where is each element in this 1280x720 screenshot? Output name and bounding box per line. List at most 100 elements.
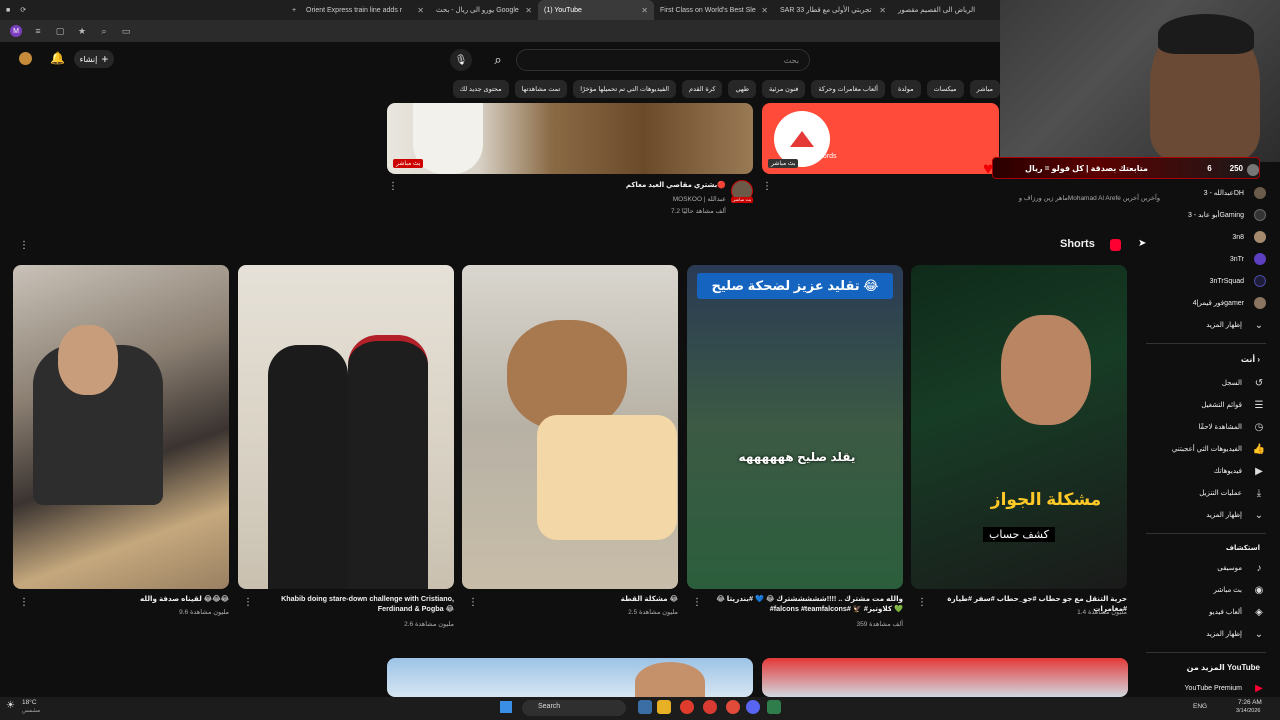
search-icon[interactable]: ⌕ — [486, 49, 510, 71]
tab-first-class[interactable]: First Class on World's Best Sle ✕ — [654, 0, 774, 20]
short-thumbnail[interactable] — [13, 265, 229, 589]
cast-icon[interactable]: ▭ — [120, 25, 132, 37]
filter-chip[interactable]: مباشر — [969, 80, 1000, 98]
sidebar-item-music[interactable]: موسيقى ♪ — [1146, 559, 1266, 577]
video-thumbnail[interactable] — [762, 658, 1128, 697]
close-icon[interactable]: ✕ — [761, 6, 768, 15]
more-options-icon[interactable]: ⋮ — [243, 597, 253, 608]
taskbar-search[interactable]: Search — [522, 700, 626, 716]
filter-chip[interactable]: فنون مرئية — [762, 80, 806, 98]
extension-m-icon[interactable]: M — [10, 25, 22, 37]
more-options-icon[interactable]: ⋮ — [19, 597, 29, 608]
short-overlay-sub: كشف حساب — [983, 527, 1055, 542]
filter-chip[interactable]: كرة القدم — [682, 80, 723, 98]
sidebar-explore-more[interactable]: إظهار المزيد ⌄ — [1146, 625, 1266, 643]
tab-google-search[interactable]: يورو الى ريال - بحث Google ✕ — [430, 0, 538, 20]
tab-train-sar[interactable]: SAR 33 تجربتي الأولى مع قطار ✕ — [774, 0, 892, 20]
more-options-icon[interactable]: ⋮ — [468, 597, 478, 608]
more-options-icon[interactable]: ⋮ — [762, 181, 772, 192]
sidebar-item-history[interactable]: السجل ↺ — [1146, 374, 1266, 392]
divider — [1146, 533, 1266, 534]
copilot-icon[interactable] — [638, 700, 652, 714]
tab-search-icon[interactable]: ▢ — [54, 25, 66, 37]
channel-name[interactable]: MOSKOO | عبدالله — [520, 195, 726, 203]
filter-chip[interactable]: الفيديوهات التي تم تحميلها مؤخرًا — [573, 80, 677, 98]
short-thumbnail[interactable] — [462, 265, 678, 589]
sidebar-sub-3ntrsquad[interactable]: 3nTrSquad — [1146, 272, 1266, 290]
video-title[interactable]: بشتري مقاصي العيد معاكم🔴 — [520, 181, 726, 189]
discord-icon[interactable] — [746, 700, 760, 714]
bookmark-star-icon[interactable]: ★ — [76, 25, 88, 37]
account-avatar[interactable] — [19, 52, 32, 65]
filter-chips: مباشر ميكسات مولدة ألعاب مغامرات وحركة فنون … — [380, 80, 1000, 100]
sidebar-item-watch-later[interactable]: المشاهدة لاحقًا ◷ — [1146, 418, 1266, 436]
clock-time[interactable]: 7:26 AM — [1238, 699, 1262, 706]
filter-chip[interactable]: ميكسات — [926, 80, 964, 98]
chrome-profile-icon[interactable] — [703, 700, 717, 714]
zoom-icon[interactable]: ⌕ — [98, 25, 110, 37]
short-title[interactable]: مشكلة القطة 😂 — [478, 594, 678, 604]
chrome-icon[interactable] — [680, 700, 694, 714]
search-input[interactable]: بحث — [516, 49, 810, 71]
sidebar-item-gaming[interactable]: ألعاب فيديو ◈ — [1146, 603, 1266, 621]
sidebar-item-liked[interactable]: الفيديوهات التي أعجبتني 👍 — [1146, 440, 1266, 458]
more-options-icon[interactable]: ⋮ — [388, 181, 398, 192]
more-options-icon[interactable]: ⋮ — [692, 597, 702, 608]
language-indicator[interactable]: ENG — [1193, 703, 1207, 710]
reload-icon[interactable]: ⟳ — [20, 6, 26, 14]
video-thumbnail[interactable] — [387, 658, 753, 697]
video-thumbnail[interactable]: بث مباشر — [387, 103, 753, 174]
sidebar-sub-3dh[interactable]: عبدالله - 3DH — [1146, 184, 1266, 202]
more-options-icon[interactable]: ⋮ — [917, 597, 927, 608]
sidebar-item-downloads[interactable]: عمليات التنزيل ⤓ — [1146, 484, 1266, 502]
sidebar-item-premium[interactable]: YouTube Premium ▶ — [1146, 679, 1266, 697]
download-icon: ⤓ — [1256, 487, 1262, 499]
filter-chip[interactable]: طهي — [728, 80, 757, 98]
short-thumbnail[interactable]: تقليد عزيز لضحكة صليح 😂 يقلد صليح هههههه… — [687, 265, 903, 589]
short-title[interactable]: Khabib doing stare-down challenge with C… — [254, 594, 454, 615]
tab-youtube[interactable]: (1) YouTube ✕ — [538, 0, 654, 20]
video-thumbnail[interactable]: akening Records بث مباشر — [762, 103, 999, 174]
tab-riyadh-qassim[interactable]: الرياض الى القصيم مقصور — [892, 0, 980, 20]
explore-heading: استكشاف — [1225, 545, 1260, 552]
short-thumbnail[interactable] — [238, 265, 454, 589]
obs-icon[interactable] — [767, 700, 781, 714]
sidebar-sub-3n8[interactable]: 3n8 — [1146, 228, 1266, 246]
windows-start-icon[interactable] — [500, 701, 512, 713]
close-icon[interactable]: ✕ — [879, 6, 886, 15]
channel-avatar — [1254, 231, 1266, 243]
filter-chip[interactable]: مولدة — [890, 80, 921, 98]
weather-icon[interactable]: ☀ — [6, 700, 15, 711]
notifications-bell-icon[interactable]: 🔔 — [50, 51, 65, 65]
sidebar-sub-4gamer[interactable]: فور قيمر|4gamer — [1146, 294, 1266, 312]
sidebar-item-playlists[interactable]: قوائم التشغيل ☰ — [1146, 396, 1266, 414]
close-icon[interactable]: ✕ — [641, 6, 648, 15]
filter-chip[interactable]: تمت مشاهدتها — [514, 80, 568, 98]
filter-chip[interactable]: ألعاب مغامرات وحركة — [811, 80, 885, 98]
sidebar-avatar[interactable] — [1247, 164, 1259, 176]
short-title[interactable]: لقيناه صدفة والله 😂😂😂 — [29, 594, 229, 604]
short-views: 1.4 مليون مشاهدة — [1077, 609, 1127, 616]
sidebar-show-more[interactable]: إظهار المزيد ⌄ — [1146, 316, 1266, 334]
app-menu-icon[interactable]: ■ — [6, 7, 10, 14]
sidebar-item-label: 3n8 — [1232, 233, 1244, 241]
short-title[interactable]: 😂 والله مت مشترك .. !!!!شششششترك 😂 💙 #بن… — [703, 594, 903, 615]
sidebar-item-live[interactable]: بث مباشر ◉ — [1146, 581, 1266, 599]
create-button[interactable]: إنشاء + — [74, 50, 114, 68]
chrome-profile-icon[interactable] — [726, 700, 740, 714]
sidebar-you-more[interactable]: إظهار المزيد ⌄ — [1146, 506, 1266, 524]
more-options-icon[interactable]: ⋮ — [19, 240, 29, 251]
sidebar-item-your-videos[interactable]: فيديوهاتك ▶ — [1146, 462, 1266, 480]
filter-chip[interactable]: محتوى جديد لك — [452, 80, 509, 98]
sidebar-sub-3ntr[interactable]: 3nTr — [1146, 250, 1266, 268]
close-icon[interactable]: ✕ — [525, 6, 532, 15]
voice-search-icon[interactable]: 🎙 — [450, 49, 472, 71]
new-tab-button[interactable]: + — [286, 0, 300, 20]
extension-icon[interactable]: ≡ — [32, 25, 44, 37]
you-heading[interactable]: أنت › — [1200, 355, 1260, 364]
close-icon[interactable]: ✕ — [417, 6, 424, 15]
sidebar-sub-3gaming[interactable]: أبو عابد - 3Gaming — [1146, 206, 1266, 224]
tab-orient-express[interactable]: Orient Express train line adds r ✕ — [300, 0, 430, 20]
file-explorer-icon[interactable] — [657, 700, 671, 714]
short-thumbnail[interactable]: مشكلة الجواز كشف حساب — [911, 265, 1127, 589]
